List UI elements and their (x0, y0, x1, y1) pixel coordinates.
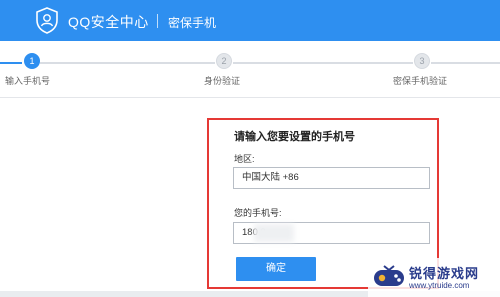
watermark-title: 锐得游戏网 (409, 266, 480, 281)
step-2-circle: 2 (216, 53, 232, 69)
step-1-label: 输入手机号 (5, 76, 51, 86)
progress-steps (0, 41, 500, 98)
qq-security-shield-icon (36, 7, 58, 34)
step-2-label: 身份验证 (204, 76, 241, 86)
watermark-url: www.ytruide.com (409, 281, 470, 290)
top-header: QQ安全中心 密保手机 (0, 0, 500, 41)
step-line-3-right (431, 62, 500, 64)
step-line-2-3 (233, 62, 413, 64)
region-select[interactable]: 中国大陆 +86 (233, 167, 430, 189)
step-line-1-2 (40, 62, 215, 64)
region-label: 地区: (234, 154, 255, 164)
confirm-button[interactable]: 确定 (236, 257, 316, 281)
redaction-blur (254, 224, 294, 242)
step-3-label: 密保手机验证 (393, 76, 448, 86)
form-title: 请输入您要设置的手机号 (234, 131, 355, 143)
step-1-circle: 1 (24, 53, 40, 69)
brand-title[interactable]: QQ安全中心 (68, 12, 149, 32)
gamepad-logo-icon (374, 265, 404, 286)
step-line-1-left (0, 62, 22, 64)
header-divider (157, 14, 158, 28)
step-3-circle: 3 (414, 53, 430, 69)
page-subtitle: 密保手机 (168, 16, 217, 30)
phone-label: 您的手机号: (234, 208, 282, 218)
